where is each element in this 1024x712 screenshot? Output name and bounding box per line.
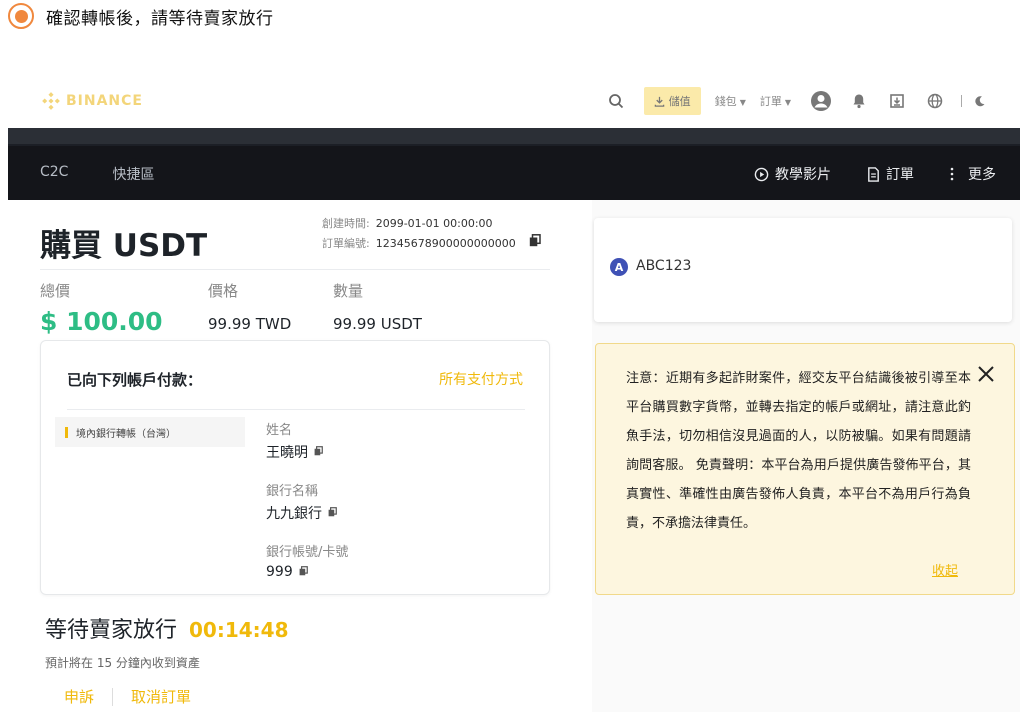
- search-icon[interactable]: [604, 89, 628, 113]
- seller-name[interactable]: ABC123: [636, 258, 691, 274]
- top-header: BINANCE 儲值 錢包 ▼ 訂單 ▼: [8, 80, 1020, 122]
- order-actions: 申訴 取消訂單: [64, 686, 191, 707]
- c2c-navbar: C2C 快捷區 教學影片 訂單 更多: [8, 128, 1020, 200]
- order-meta: 創建時間: 2099-01-01 00:00:00 訂單編號: 1234567890…: [322, 214, 541, 254]
- bank-name-value: 九九銀行: [266, 506, 322, 522]
- dark-mode-icon[interactable]: [968, 89, 992, 113]
- nav-orders-link[interactable]: 訂單: [867, 164, 914, 184]
- quantity-value: 99.99 USDT: [333, 315, 422, 333]
- user-icon[interactable]: [809, 89, 833, 113]
- chevron-down-icon: ▼: [739, 98, 746, 107]
- download-app-icon[interactable]: [885, 89, 909, 113]
- price-value: 99.99 TWD: [208, 315, 292, 333]
- document-icon: [867, 166, 880, 182]
- waiting-label: 等待賣家放行: [45, 618, 178, 643]
- seller-card: A ABC123: [594, 218, 1012, 322]
- fraud-notice: 注意：近期有多起詐財案件，經交友平台結識後被引導至本平台購買數字貨幣，並轉去指定…: [595, 343, 1015, 595]
- copy-icon[interactable]: [529, 234, 541, 254]
- binance-logo-icon: [42, 92, 60, 110]
- quantity-label: 數量: [333, 282, 364, 300]
- tutorial-label: 教學影片: [775, 167, 831, 183]
- step-radio-icon: [8, 3, 34, 29]
- eta-text: 預計將在 15 分鐘內收到資產: [45, 656, 200, 670]
- avatar: A: [610, 258, 628, 276]
- step-indicator: 確認轉帳後，請等待賣家放行: [8, 2, 274, 30]
- account-number-value: 999: [266, 564, 293, 580]
- notice-text: 注意：近期有多起詐財案件，經交友平台結識後被引導至本平台購買數字貨幣，並轉去指定…: [626, 371, 971, 531]
- nav-express[interactable]: 快捷區: [112, 164, 154, 184]
- countdown-timer: 00:14:48: [189, 618, 289, 642]
- nav-c2c[interactable]: C2C: [40, 164, 68, 184]
- payment-heading: 已向下列帳戶付款：: [67, 371, 203, 389]
- copy-icon[interactable]: [299, 564, 308, 580]
- divider: [112, 687, 114, 706]
- step-text: 確認轉帳後，請等待賣家放行: [46, 8, 274, 29]
- more-vertical-icon: [950, 167, 954, 181]
- wallet-label: 錢包: [714, 95, 737, 108]
- collapse-link[interactable]: 收起: [932, 560, 958, 579]
- deposit-button[interactable]: 儲值: [643, 87, 701, 115]
- chevron-down-icon: ▼: [784, 98, 791, 107]
- price-label: 價格: [208, 282, 239, 300]
- divider: [961, 95, 962, 107]
- wallet-menu[interactable]: 錢包 ▼: [715, 93, 746, 109]
- bell-icon[interactable]: [847, 89, 871, 113]
- copy-icon[interactable]: [314, 444, 323, 460]
- nav-orders-label: 訂單: [886, 167, 914, 183]
- payment-method-label: 境內銀行轉帳（台灣）: [76, 428, 176, 440]
- waiting-status: 等待賣家放行 00:14:48: [45, 612, 289, 644]
- divider: [67, 409, 525, 410]
- order-number-label: 訂單編號:: [322, 237, 370, 250]
- binance-logo[interactable]: BINANCE: [42, 92, 143, 110]
- play-circle-icon: [754, 167, 769, 182]
- deposit-label: 儲值: [668, 95, 691, 108]
- more-label: 更多: [968, 167, 996, 183]
- created-time-value: 2099-01-01 00:00:00: [375, 217, 493, 230]
- total-label: 總價: [40, 282, 71, 300]
- globe-icon[interactable]: [923, 89, 947, 113]
- copy-icon[interactable]: [328, 505, 337, 521]
- name-label: 姓名: [266, 423, 293, 438]
- payment-method-tab[interactable]: 境內銀行轉帳（台灣）: [55, 417, 245, 447]
- account-details: 姓名 王曉明 銀行名稱 九九銀行 銀行帳號/卡號 999: [266, 419, 348, 598]
- account-number-label: 銀行帳號/卡號: [266, 545, 349, 560]
- logo-text: BINANCE: [66, 93, 143, 109]
- active-indicator: [65, 426, 68, 438]
- total-value: $ 100.00: [40, 307, 163, 336]
- name-value: 王曉明: [266, 445, 308, 461]
- more-menu[interactable]: 更多: [950, 164, 996, 184]
- all-payment-methods-link[interactable]: 所有支付方式: [439, 369, 523, 389]
- order-summary: 總價 $ 100.00 價格 99.99 TWD 數量 99.99 USDT: [40, 280, 422, 336]
- orders-menu[interactable]: 訂單 ▼: [760, 93, 791, 109]
- bank-name-label: 銀行名稱: [266, 484, 319, 499]
- appeal-button[interactable]: 申訴: [64, 686, 94, 707]
- payment-card: 已向下列帳戶付款： 所有支付方式 境內銀行轉帳（台灣） 姓名 王曉明 銀行名稱 …: [40, 340, 550, 595]
- cancel-order-button[interactable]: 取消訂單: [131, 686, 191, 707]
- orders-label: 訂單: [759, 95, 782, 108]
- divider: [40, 269, 550, 270]
- tutorial-video-link[interactable]: 教學影片: [754, 164, 831, 184]
- page-title: 購買 USDT: [40, 228, 208, 264]
- close-icon[interactable]: [976, 364, 996, 384]
- order-number-value: 12345678900000000000: [375, 237, 516, 250]
- created-time-label: 創建時間:: [322, 217, 370, 230]
- download-icon: [654, 96, 664, 107]
